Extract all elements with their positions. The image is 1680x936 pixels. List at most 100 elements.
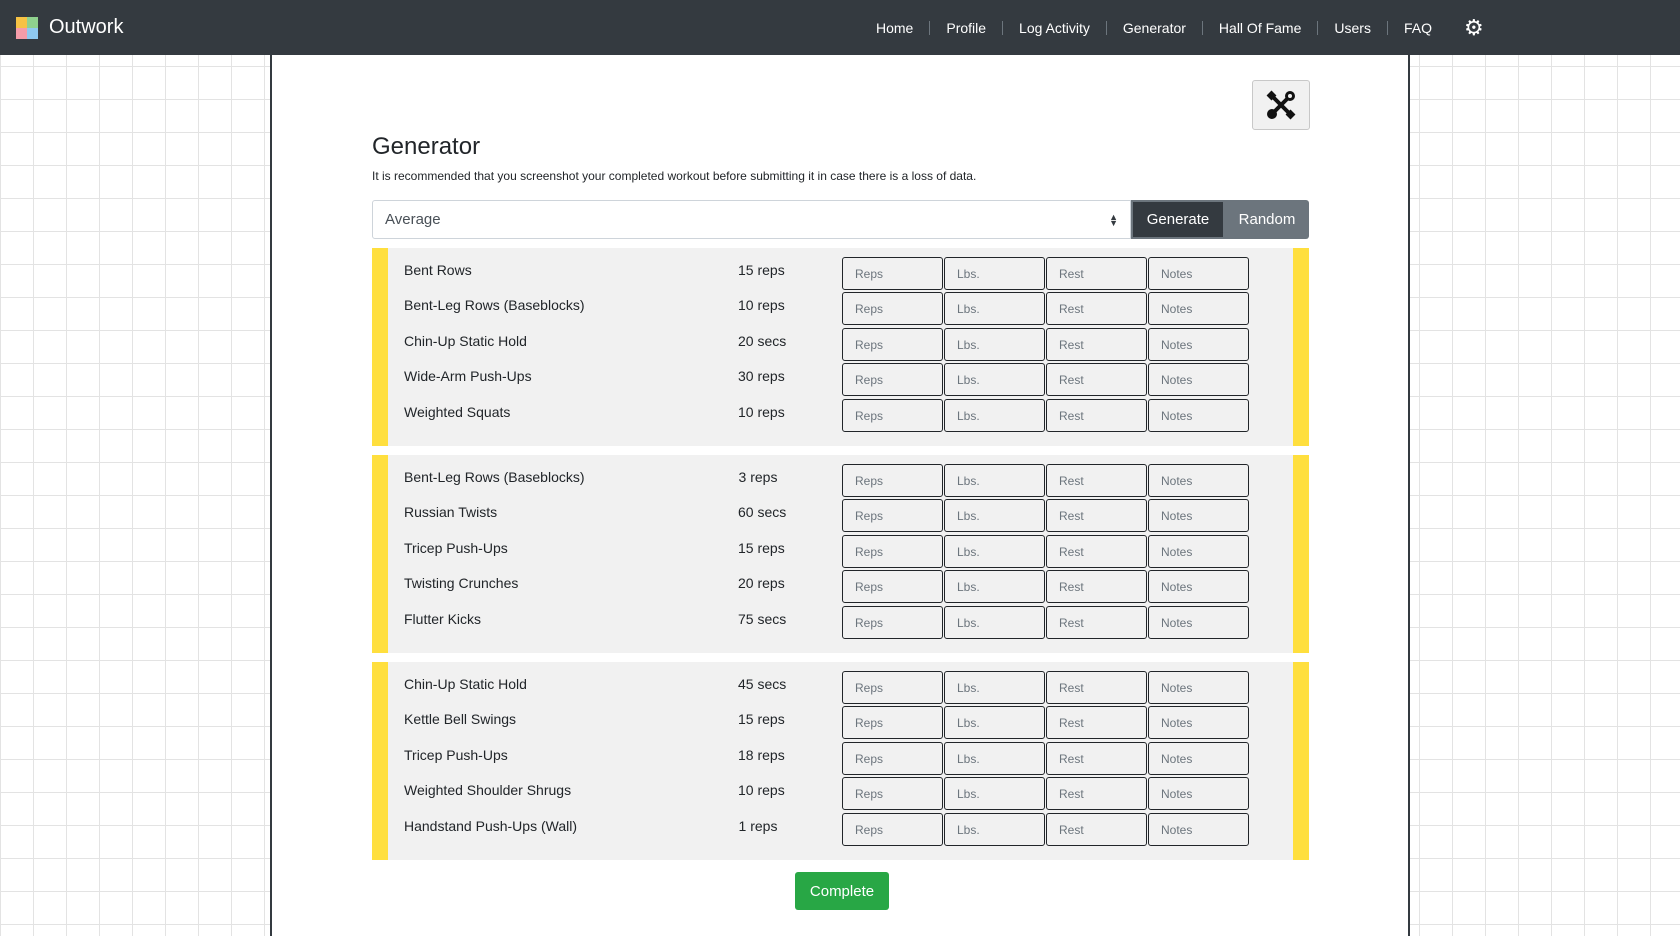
notes-input[interactable]: Notes — [1148, 606, 1249, 639]
generate-button[interactable]: Generate — [1131, 200, 1225, 239]
screenshot-note: It is recommended that you screenshot yo… — [372, 169, 977, 183]
reps-input[interactable]: Reps — [842, 606, 943, 639]
notes-input[interactable]: Notes — [1148, 399, 1249, 432]
exercise-amount: 3 reps — [738, 469, 778, 485]
rest-input[interactable]: Rest — [1046, 813, 1147, 846]
reps-input[interactable]: Reps — [842, 535, 943, 568]
nav-links: Home Profile Log Activity Generator Hall… — [860, 0, 1484, 55]
lbs-input[interactable]: Lbs. — [944, 328, 1045, 361]
notes-input[interactable]: Notes — [1148, 706, 1249, 739]
rest-input[interactable]: Rest — [1046, 535, 1147, 568]
lbs-input[interactable]: Lbs. — [944, 399, 1045, 432]
reps-input[interactable]: Reps — [842, 777, 943, 810]
rest-input[interactable]: Rest — [1046, 328, 1147, 361]
nav-link-home[interactable]: Home — [860, 20, 929, 36]
notes-input[interactable]: Notes — [1148, 570, 1249, 603]
exercise-name: Kettle Bell Swings — [404, 711, 517, 727]
exercise-row: Bent-Leg Rows (Baseblocks) 10 reps Reps Lbs… — [388, 291, 1293, 325]
exercise-amount: 1 reps — [738, 818, 778, 834]
exercise-inputs: Reps Lbs. Rest Notes — [842, 671, 1250, 704]
notes-input[interactable]: Notes — [1148, 777, 1249, 810]
reps-input[interactable]: Reps — [842, 399, 943, 432]
exercise-amount: 60 secs — [738, 504, 787, 520]
nav-link-log-activity[interactable]: Log Activity — [1003, 20, 1106, 36]
rest-input[interactable]: Rest — [1046, 399, 1147, 432]
random-button[interactable]: Random — [1225, 200, 1309, 239]
exercise-name: Weighted Squats — [404, 404, 511, 420]
exercise-amount: 20 reps — [738, 575, 785, 591]
exercise-amount: 15 reps — [738, 540, 785, 556]
reps-input[interactable]: Reps — [842, 671, 943, 704]
exercise-row: Tricep Push-Ups 18 reps Reps Lbs. Rest Notes — [388, 741, 1293, 775]
reps-input[interactable]: Reps — [842, 813, 943, 846]
lbs-input[interactable]: Lbs. — [944, 499, 1045, 532]
exercise-amount: 10 reps — [738, 404, 785, 420]
rest-input[interactable]: Rest — [1046, 606, 1147, 639]
complete-button[interactable]: Complete — [795, 872, 889, 910]
notes-input[interactable]: Notes — [1148, 292, 1249, 325]
gear-icon[interactable]: ⚙ — [1464, 16, 1484, 39]
nav-link-profile[interactable]: Profile — [930, 20, 1002, 36]
nav-link-users[interactable]: Users — [1318, 20, 1387, 36]
notes-input[interactable]: Notes — [1148, 464, 1249, 497]
lbs-input[interactable]: Lbs. — [944, 813, 1045, 846]
notes-input[interactable]: Notes — [1148, 671, 1249, 704]
nav-link-faq[interactable]: FAQ — [1388, 20, 1448, 36]
generator-panel: Generator It is recommended that you scr… — [270, 55, 1410, 936]
tools-button[interactable] — [1252, 80, 1310, 130]
lbs-input[interactable]: Lbs. — [944, 777, 1045, 810]
exercise-row: Chin-Up Static Hold 20 secs Reps Lbs. Rest No… — [388, 327, 1293, 361]
reps-input[interactable]: Reps — [842, 257, 943, 290]
lbs-input[interactable]: Lbs. — [944, 257, 1045, 290]
lbs-input[interactable]: Lbs. — [944, 706, 1045, 739]
reps-input[interactable]: Reps — [842, 706, 943, 739]
notes-input[interactable]: Notes — [1148, 328, 1249, 361]
notes-input[interactable]: Notes — [1148, 499, 1249, 532]
reps-input[interactable]: Reps — [842, 499, 943, 532]
rest-input[interactable]: Rest — [1046, 257, 1147, 290]
reps-input[interactable]: Reps — [842, 464, 943, 497]
lbs-input[interactable]: Lbs. — [944, 464, 1045, 497]
reps-input[interactable]: Reps — [842, 328, 943, 361]
rest-input[interactable]: Rest — [1046, 706, 1147, 739]
rest-input[interactable]: Rest — [1046, 363, 1147, 396]
nav-link-generator[interactable]: Generator — [1107, 20, 1202, 36]
exercise-amount: 10 reps — [738, 782, 785, 798]
exercise-row: Bent Rows 15 reps Reps Lbs. Rest Notes — [388, 256, 1293, 290]
rest-input[interactable]: Rest — [1046, 671, 1147, 704]
lbs-input[interactable]: Lbs. — [944, 742, 1045, 775]
exercise-row: Bent-Leg Rows (Baseblocks) 3 reps Reps Lbs.… — [388, 463, 1293, 497]
notes-input[interactable]: Notes — [1148, 363, 1249, 396]
reps-input[interactable]: Reps — [842, 570, 943, 603]
lbs-input[interactable]: Lbs. — [944, 671, 1045, 704]
reps-input[interactable]: Reps — [842, 363, 943, 396]
notes-input[interactable]: Notes — [1148, 742, 1249, 775]
exercise-amount: 15 reps — [738, 262, 785, 278]
reps-input[interactable]: Reps — [842, 292, 943, 325]
exercise-inputs: Reps Lbs. Rest Notes — [842, 292, 1250, 325]
reps-input[interactable]: Reps — [842, 742, 943, 775]
exercise-amount: 45 secs — [738, 676, 787, 692]
rest-input[interactable]: Rest — [1046, 464, 1147, 497]
lbs-input[interactable]: Lbs. — [944, 570, 1045, 603]
rest-input[interactable]: Rest — [1046, 742, 1147, 775]
lbs-input[interactable]: Lbs. — [944, 606, 1045, 639]
exercise-name: Chin-Up Static Hold — [404, 333, 527, 349]
rest-input[interactable]: Rest — [1046, 499, 1147, 532]
exercise-name: Flutter Kicks — [404, 611, 482, 627]
nav-link-hall-of-fame[interactable]: Hall Of Fame — [1203, 20, 1317, 36]
rest-input[interactable]: Rest — [1046, 777, 1147, 810]
difficulty-select[interactable]: Average ▲ ▼ — [372, 200, 1131, 239]
notes-input[interactable]: Notes — [1148, 257, 1249, 290]
rest-input[interactable]: Rest — [1046, 292, 1147, 325]
lbs-input[interactable]: Lbs. — [944, 535, 1045, 568]
exercise-name: Wide-Arm Push-Ups — [404, 368, 532, 384]
rest-input[interactable]: Rest — [1046, 570, 1147, 603]
brand-name[interactable]: Outwork — [49, 16, 123, 39]
brand[interactable]: Outwork — [16, 16, 123, 39]
notes-input[interactable]: Notes — [1148, 535, 1249, 568]
lbs-input[interactable]: Lbs. — [944, 292, 1045, 325]
lbs-input[interactable]: Lbs. — [944, 363, 1045, 396]
exercise-inputs: Reps Lbs. Rest Notes — [842, 363, 1250, 396]
notes-input[interactable]: Notes — [1148, 813, 1249, 846]
